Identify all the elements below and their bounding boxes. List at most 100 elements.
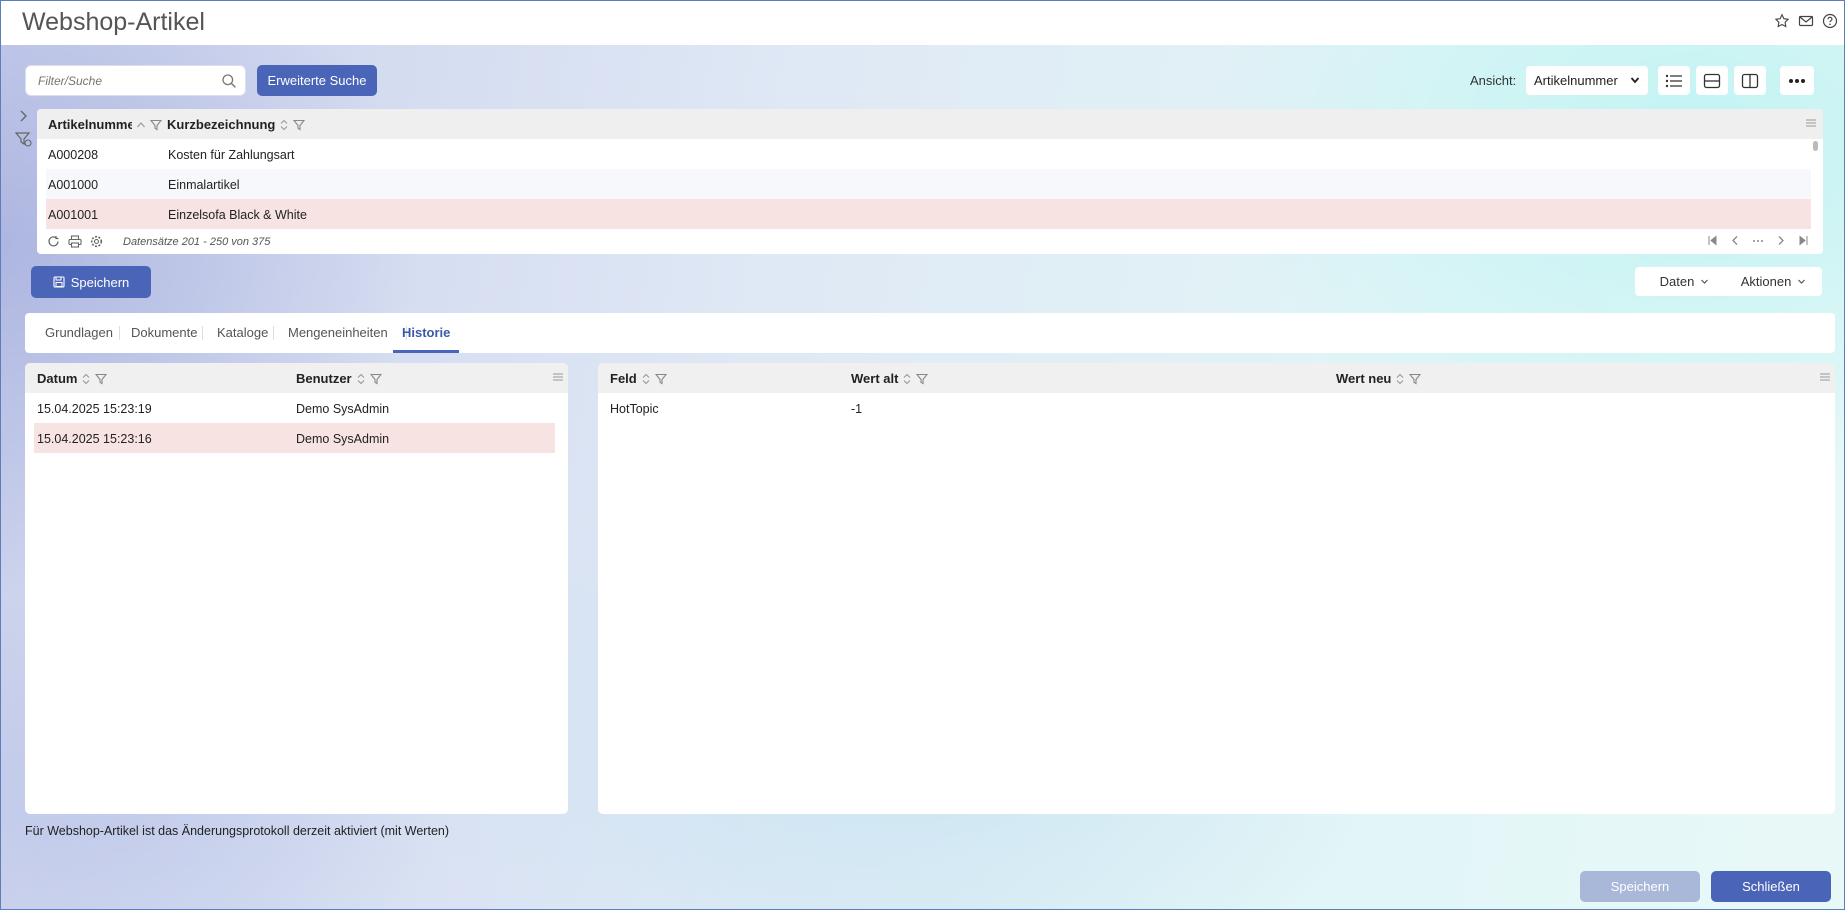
list-icon (1665, 74, 1683, 88)
column-label: Wert alt (851, 371, 899, 386)
tab-dokumente[interactable]: Dokumente (131, 325, 197, 340)
more-pages-icon[interactable] (1752, 235, 1764, 246)
cell-artikelnummer: A001001 (48, 208, 99, 222)
list-view-button[interactable] (1658, 66, 1690, 95)
gear-icon[interactable] (90, 235, 103, 248)
footer-save-button[interactable]: Speichern (1580, 871, 1700, 902)
more-horizontal-icon (1788, 78, 1806, 84)
search-input[interactable] (26, 66, 211, 95)
print-icon[interactable] (68, 235, 82, 248)
pager (1707, 235, 1809, 246)
tab-separator (119, 326, 120, 340)
cell-benutzer: Demo SysAdmin (296, 402, 390, 416)
sort-icon[interactable] (902, 373, 912, 385)
cell-artikelnummer: A000208 (48, 148, 99, 162)
column-label: Datum (37, 371, 78, 386)
next-page-icon[interactable] (1776, 235, 1786, 246)
view-select-value: Artikelnummer (1534, 73, 1618, 88)
table-row-selected[interactable]: 15.04.2025 15:23:16 Demo SysAdmin (34, 423, 555, 453)
first-page-icon[interactable] (1707, 235, 1718, 246)
sort-icon[interactable] (1395, 373, 1405, 385)
aktionen-menu-button[interactable]: Aktionen (1725, 267, 1822, 296)
window-title: Webshop-Artikel (22, 8, 205, 36)
column-header-wert-alt[interactable]: Wert alt (851, 371, 929, 386)
daten-label: Daten (1659, 274, 1695, 289)
help-icon[interactable] (1822, 13, 1838, 29)
article-grid: Artikelnummer Kurzbezeichnung A000208 Ko… (37, 109, 1823, 254)
split-vertical-button[interactable] (1734, 66, 1766, 95)
column-menu-icon[interactable] (1805, 117, 1817, 129)
sort-icon[interactable] (279, 119, 289, 131)
cell-kurzbezeichnung: Einmalartikel (168, 178, 240, 192)
split-horizontal-icon (1703, 73, 1721, 89)
cell-feld: HotTopic (610, 402, 659, 416)
tab-separator (202, 326, 203, 340)
filter-icon[interactable] (1409, 373, 1422, 385)
tab-grundlagen[interactable]: Grundlagen (45, 325, 113, 340)
cell-kurzbezeichnung: Kosten für Zahlungsart (168, 148, 295, 162)
column-label: Kurzbezeichnung (167, 117, 276, 132)
column-header-wert-neu[interactable]: Wert neu (1336, 371, 1422, 386)
save-icon (53, 276, 65, 288)
record-count: Datensätze 201 - 250 von 375 (123, 236, 271, 248)
tab-separator (273, 326, 274, 340)
column-header-kurzbezeichnung[interactable]: Kurzbezeichnung (167, 117, 306, 132)
cell-benutzer: Demo SysAdmin (296, 432, 390, 446)
column-menu-icon[interactable] (552, 371, 564, 383)
cell-kurzbezeichnung: Einzelsofa Black & White (168, 208, 307, 222)
column-header-feld[interactable]: Feld (610, 371, 667, 386)
scrollbar[interactable] (1813, 141, 1818, 151)
more-options-button[interactable] (1780, 66, 1814, 95)
column-header-artikelnummer[interactable]: Artikelnummer (48, 117, 166, 132)
column-menu-icon[interactable] (1819, 371, 1831, 383)
previous-page-icon[interactable] (1730, 235, 1740, 246)
chevron-down-icon (1797, 277, 1806, 286)
history-grid: Datum Benutzer 15.04.2025 15:23:19 Demo … (25, 363, 568, 814)
column-header-benutzer[interactable]: Benutzer (296, 371, 382, 386)
table-row[interactable]: HotTopic -1 (606, 393, 1827, 423)
sort-icon[interactable] (81, 373, 91, 385)
column-header-datum[interactable]: Datum (37, 371, 108, 386)
close-button[interactable]: Schließen (1711, 871, 1831, 902)
save-button[interactable]: Speichern (31, 266, 151, 298)
filter-icon[interactable] (916, 373, 929, 385)
sort-icon[interactable] (641, 373, 651, 385)
filter-icon[interactable] (654, 373, 667, 385)
article-grid-header: Artikelnummer Kurzbezeichnung (37, 109, 1823, 139)
column-label: Benutzer (296, 371, 352, 386)
cell-artikelnummer: A001000 (48, 178, 99, 192)
sort-asc-icon[interactable] (136, 120, 146, 130)
column-label: Wert neu (1336, 371, 1392, 386)
table-row[interactable]: 15.04.2025 15:23:19 Demo SysAdmin (34, 393, 555, 423)
active-tab-indicator (393, 350, 459, 353)
extended-search-button[interactable]: Erweiterte Suche (257, 65, 377, 96)
daten-menu-button[interactable]: Daten (1635, 267, 1734, 296)
filter-icon[interactable] (369, 373, 382, 385)
mail-icon[interactable] (1798, 13, 1814, 29)
split-horizontal-button[interactable] (1696, 66, 1728, 95)
search-icon[interactable] (221, 73, 237, 89)
table-row[interactable]: A000208 Kosten für Zahlungsart (46, 139, 1811, 169)
changes-grid-header: Feld Wert alt Wert neu (598, 363, 1835, 393)
save-button-label: Speichern (70, 274, 130, 290)
star-icon[interactable] (1774, 13, 1790, 29)
side-tools (15, 109, 33, 147)
table-row-selected[interactable]: A001001 Einzelsofa Black & White (46, 199, 1811, 229)
tab-kataloge[interactable]: Kataloge (217, 325, 268, 340)
tab-historie[interactable]: Historie (402, 325, 450, 340)
filter-settings-icon[interactable] (15, 131, 33, 147)
view-select[interactable]: Artikelnummer (1526, 66, 1648, 95)
split-vertical-icon (1741, 73, 1759, 89)
last-page-icon[interactable] (1798, 235, 1809, 246)
filter-icon[interactable] (150, 119, 162, 131)
sort-icon[interactable] (356, 373, 366, 385)
table-row[interactable]: A001000 Einmalartikel (46, 169, 1811, 199)
refresh-icon[interactable] (47, 235, 60, 248)
filter-icon[interactable] (95, 373, 108, 385)
aktionen-label: Aktionen (1740, 274, 1792, 289)
chevron-right-icon[interactable] (17, 109, 33, 123)
cell-datum: 15.04.2025 15:23:19 (37, 402, 152, 416)
tab-mengeneinheiten[interactable]: Mengeneinheiten (288, 325, 388, 340)
filter-icon[interactable] (293, 119, 306, 131)
search-box[interactable] (25, 65, 246, 96)
